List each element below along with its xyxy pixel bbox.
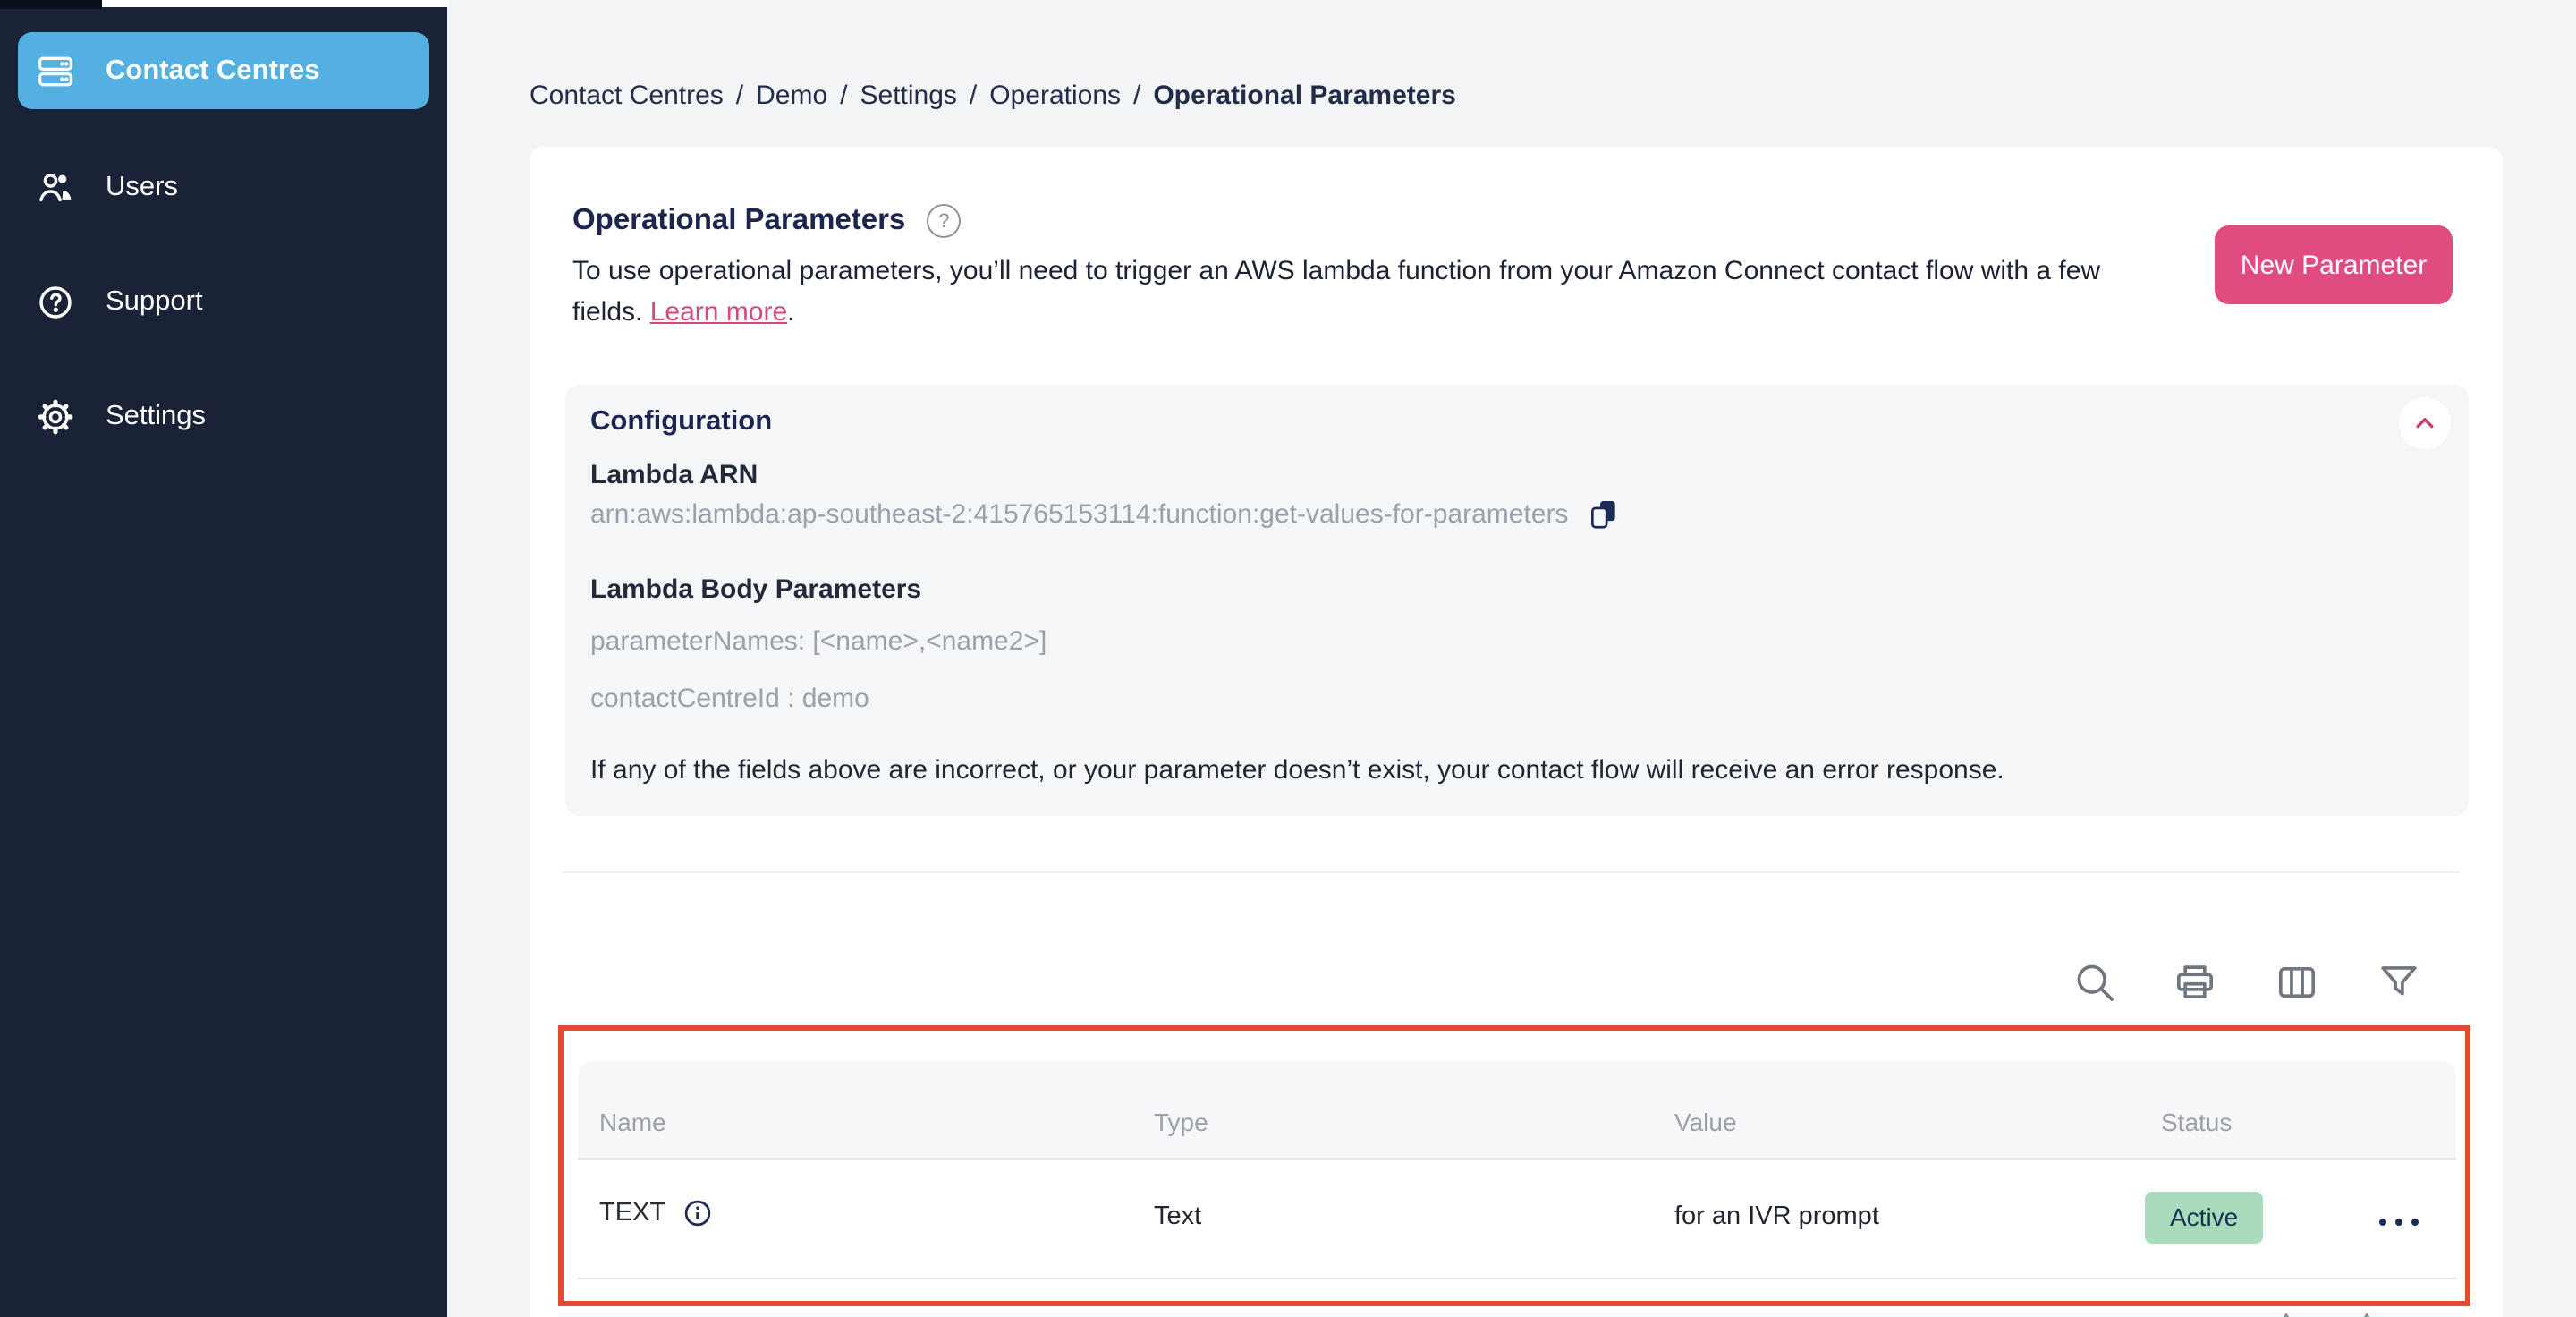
window-edge-artifact-dark [0, 0, 102, 9]
configuration-title: Configuration [590, 406, 773, 437]
sidebar-item-users[interactable]: Users [0, 152, 447, 224]
parameter-name: TEXT [599, 1199, 666, 1228]
breadcrumb-segment[interactable]: Contact Centres [530, 81, 724, 111]
sidebar-item-label: Settings [106, 401, 207, 431]
print-icon[interactable] [2172, 959, 2218, 1006]
body-contact-centre-id: contactCentreId : demo [590, 684, 869, 714]
body-parameter-names: parameterNames: [<name>,<name2>] [590, 626, 1047, 657]
highlight-outline: Name Type Value Status TEXT Text for an … [558, 1025, 2470, 1306]
cell-value: for an IVR prompt [1674, 1202, 1879, 1231]
sidebar-item-label: Users [106, 172, 178, 202]
column-header-name: Name [599, 1108, 666, 1136]
users-icon [36, 168, 75, 208]
status-badge: Active [2145, 1192, 2264, 1244]
sidebar-item-contact-centres[interactable]: Contact Centres [18, 32, 429, 109]
sidebar-item-label: Support [106, 286, 203, 317]
table-divider [578, 1278, 2456, 1279]
pagination-prev-icon[interactable] [2275, 1306, 2297, 1317]
search-icon[interactable] [2072, 959, 2118, 1006]
sidebar-item-settings[interactable]: Settings [0, 381, 447, 453]
breadcrumb-segment[interactable]: Settings [860, 81, 957, 111]
sidebar-item-label: Contact Centres [106, 55, 320, 85]
server-stack-icon [36, 51, 75, 90]
breadcrumb-current: Operational Parameters [1153, 81, 1456, 111]
info-icon[interactable] [682, 1197, 714, 1229]
columns-icon[interactable] [2274, 959, 2320, 1006]
page-title-row: Operational Parameters ? [572, 204, 962, 238]
gear-icon [36, 397, 75, 437]
help-circle-icon [36, 283, 75, 322]
app: Contact Centres Users Support Settings C… [0, 0, 2576, 1317]
copy-icon[interactable] [1586, 497, 1620, 531]
section-divider [564, 871, 2460, 873]
configuration-note: If any of the fields above are incorrect… [590, 755, 2004, 786]
sidebar: Contact Centres Users Support Settings [0, 0, 447, 1317]
breadcrumb-separator: / [1133, 81, 1141, 111]
lambda-arn-row: arn:aws:lambda:ap-southeast-2:4157651531… [590, 497, 1620, 531]
more-horizontal-icon[interactable] [2376, 1208, 2422, 1226]
column-header-status: Status [2161, 1108, 2233, 1136]
main-card: Operational Parameters ? To use operatio… [530, 147, 2503, 1317]
breadcrumb: Contact Centres / Demo / Settings / Operations… [530, 81, 1456, 111]
collapse-button[interactable] [2399, 397, 2451, 449]
filter-icon[interactable] [2376, 959, 2422, 1006]
intro-line2-prefix: fields. [572, 297, 650, 327]
question-circle-icon[interactable]: ? [927, 204, 962, 238]
breadcrumb-segment[interactable]: Demo [756, 81, 827, 111]
breadcrumb-segment[interactable]: Operations [989, 81, 1121, 111]
page-title: Operational Parameters [572, 204, 906, 236]
breadcrumb-separator: / [840, 81, 848, 111]
breadcrumb-separator: / [735, 81, 744, 111]
intro-text: To use operational parameters, you’ll ne… [572, 251, 2236, 333]
sidebar-item-support[interactable]: Support [0, 267, 447, 338]
cell-name: TEXT [599, 1197, 714, 1229]
lambda-body-parameters-label: Lambda Body Parameters [590, 574, 922, 605]
configuration-panel: Configuration Lambda ARN arn:aws:lambda:… [565, 385, 2469, 816]
table-divider [578, 1158, 2456, 1160]
learn-more-link[interactable]: Learn more [650, 297, 787, 327]
intro-line1: To use operational parameters, you’ll ne… [572, 256, 2101, 286]
column-header-type: Type [1154, 1108, 1208, 1136]
breadcrumb-separator: / [969, 81, 978, 111]
window-edge-artifact-light [102, 0, 449, 7]
intro-line2-suffix: . [787, 297, 795, 327]
lambda-arn-label: Lambda ARN [590, 460, 758, 490]
cell-type: Text [1154, 1202, 1202, 1231]
chevron-up-icon [2410, 408, 2440, 438]
lambda-arn-value: arn:aws:lambda:ap-southeast-2:4157651531… [590, 499, 1569, 530]
new-parameter-button[interactable]: New Parameter [2215, 225, 2453, 304]
column-header-value: Value [1674, 1108, 1737, 1136]
pagination-next-icon[interactable] [2356, 1306, 2377, 1317]
